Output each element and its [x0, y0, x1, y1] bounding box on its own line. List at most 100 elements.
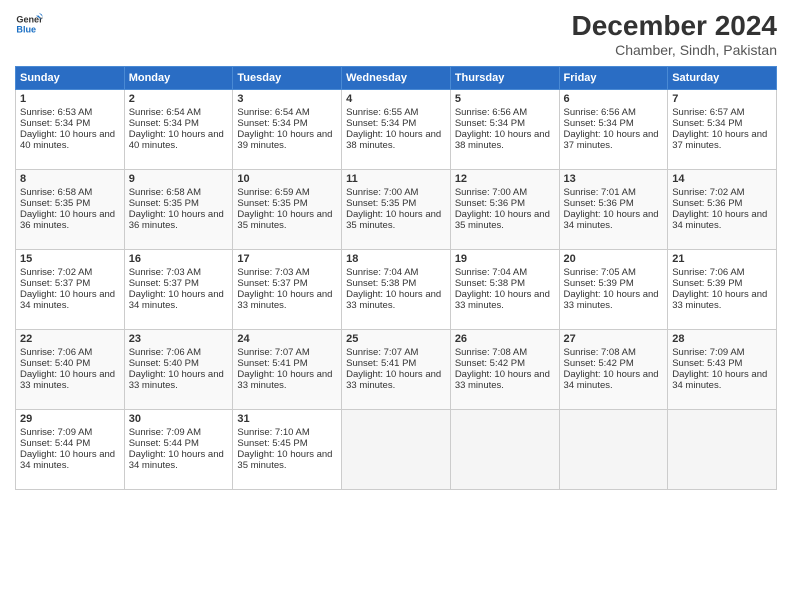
calendar-day-cell: 2 Sunrise: 6:54 AM Sunset: 5:34 PM Dayli…	[124, 90, 233, 170]
calendar-day-cell: 19 Sunrise: 7:04 AM Sunset: 5:38 PM Dayl…	[450, 250, 559, 330]
calendar-day-cell: 31 Sunrise: 7:10 AM Sunset: 5:45 PM Dayl…	[233, 410, 342, 490]
calendar-day-cell: 13 Sunrise: 7:01 AM Sunset: 5:36 PM Dayl…	[559, 170, 668, 250]
sunrise-text: Sunrise: 7:01 AM	[564, 187, 636, 198]
sunset-text: Sunset: 5:40 PM	[20, 358, 90, 369]
sunrise-text: Sunrise: 7:06 AM	[20, 347, 92, 358]
sunrise-text: Sunrise: 6:58 AM	[20, 187, 92, 198]
calendar-body: 1 Sunrise: 6:53 AM Sunset: 5:34 PM Dayli…	[16, 90, 777, 490]
calendar-day-cell: 5 Sunrise: 6:56 AM Sunset: 5:34 PM Dayli…	[450, 90, 559, 170]
calendar-day-cell	[668, 410, 777, 490]
calendar-day-cell: 29 Sunrise: 7:09 AM Sunset: 5:44 PM Dayl…	[16, 410, 125, 490]
daylight-text: Daylight: 10 hours and 33 minutes.	[672, 289, 767, 311]
sunset-text: Sunset: 5:34 PM	[20, 118, 90, 129]
sunrise-text: Sunrise: 6:59 AM	[237, 187, 309, 198]
sunrise-text: Sunrise: 6:53 AM	[20, 107, 92, 118]
day-number: 2	[129, 93, 229, 105]
calendar-day-cell: 12 Sunrise: 7:00 AM Sunset: 5:36 PM Dayl…	[450, 170, 559, 250]
day-number: 28	[672, 333, 772, 345]
sunset-text: Sunset: 5:34 PM	[455, 118, 525, 129]
sunrise-text: Sunrise: 7:09 AM	[129, 427, 201, 438]
sunset-text: Sunset: 5:35 PM	[237, 198, 307, 209]
sunset-text: Sunset: 5:44 PM	[129, 438, 199, 449]
sunset-text: Sunset: 5:34 PM	[237, 118, 307, 129]
daylight-text: Daylight: 10 hours and 33 minutes.	[346, 289, 441, 311]
sunrise-text: Sunrise: 7:03 AM	[237, 267, 309, 278]
sunset-text: Sunset: 5:41 PM	[346, 358, 416, 369]
calendar-week-row: 1 Sunrise: 6:53 AM Sunset: 5:34 PM Dayli…	[16, 90, 777, 170]
daylight-text: Daylight: 10 hours and 34 minutes.	[564, 209, 659, 231]
sunrise-text: Sunrise: 6:55 AM	[346, 107, 418, 118]
calendar-week-row: 29 Sunrise: 7:09 AM Sunset: 5:44 PM Dayl…	[16, 410, 777, 490]
calendar-header-cell: Thursday	[450, 67, 559, 90]
day-number: 23	[129, 333, 229, 345]
day-number: 12	[455, 173, 555, 185]
calendar-day-cell: 11 Sunrise: 7:00 AM Sunset: 5:35 PM Dayl…	[342, 170, 451, 250]
day-number: 4	[346, 93, 446, 105]
daylight-text: Daylight: 10 hours and 35 minutes.	[237, 449, 332, 471]
day-number: 8	[20, 173, 120, 185]
sunrise-text: Sunrise: 6:54 AM	[237, 107, 309, 118]
daylight-text: Daylight: 10 hours and 33 minutes.	[237, 289, 332, 311]
logo-icon: General Blue	[15, 10, 43, 38]
sunrise-text: Sunrise: 7:03 AM	[129, 267, 201, 278]
calendar-day-cell: 7 Sunrise: 6:57 AM Sunset: 5:34 PM Dayli…	[668, 90, 777, 170]
sunset-text: Sunset: 5:45 PM	[237, 438, 307, 449]
daylight-text: Daylight: 10 hours and 34 minutes.	[20, 449, 115, 471]
daylight-text: Daylight: 10 hours and 33 minutes.	[346, 369, 441, 391]
location-title: Chamber, Sindh, Pakistan	[572, 42, 777, 58]
sunrise-text: Sunrise: 7:04 AM	[346, 267, 418, 278]
calendar-day-cell: 4 Sunrise: 6:55 AM Sunset: 5:34 PM Dayli…	[342, 90, 451, 170]
calendar-day-cell: 27 Sunrise: 7:08 AM Sunset: 5:42 PM Dayl…	[559, 330, 668, 410]
day-number: 6	[564, 93, 664, 105]
sunrise-text: Sunrise: 7:08 AM	[564, 347, 636, 358]
calendar-day-cell: 25 Sunrise: 7:07 AM Sunset: 5:41 PM Dayl…	[342, 330, 451, 410]
sunset-text: Sunset: 5:37 PM	[20, 278, 90, 289]
sunrise-text: Sunrise: 6:57 AM	[672, 107, 744, 118]
calendar-header-cell: Sunday	[16, 67, 125, 90]
calendar-day-cell: 23 Sunrise: 7:06 AM Sunset: 5:40 PM Dayl…	[124, 330, 233, 410]
daylight-text: Daylight: 10 hours and 35 minutes.	[455, 209, 550, 231]
daylight-text: Daylight: 10 hours and 36 minutes.	[20, 209, 115, 231]
day-number: 18	[346, 253, 446, 265]
sunset-text: Sunset: 5:34 PM	[564, 118, 634, 129]
logo: General Blue	[15, 10, 43, 38]
calendar-day-cell: 10 Sunrise: 6:59 AM Sunset: 5:35 PM Dayl…	[233, 170, 342, 250]
sunrise-text: Sunrise: 7:08 AM	[455, 347, 527, 358]
sunrise-text: Sunrise: 6:58 AM	[129, 187, 201, 198]
sunrise-text: Sunrise: 6:56 AM	[564, 107, 636, 118]
calendar-day-cell: 15 Sunrise: 7:02 AM Sunset: 5:37 PM Dayl…	[16, 250, 125, 330]
day-number: 30	[129, 413, 229, 425]
sunset-text: Sunset: 5:37 PM	[237, 278, 307, 289]
daylight-text: Daylight: 10 hours and 34 minutes.	[129, 289, 224, 311]
calendar-day-cell: 22 Sunrise: 7:06 AM Sunset: 5:40 PM Dayl…	[16, 330, 125, 410]
daylight-text: Daylight: 10 hours and 40 minutes.	[20, 129, 115, 151]
sunset-text: Sunset: 5:35 PM	[129, 198, 199, 209]
daylight-text: Daylight: 10 hours and 37 minutes.	[672, 129, 767, 151]
calendar-day-cell: 24 Sunrise: 7:07 AM Sunset: 5:41 PM Dayl…	[233, 330, 342, 410]
sunset-text: Sunset: 5:38 PM	[346, 278, 416, 289]
day-number: 15	[20, 253, 120, 265]
daylight-text: Daylight: 10 hours and 35 minutes.	[346, 209, 441, 231]
day-number: 29	[20, 413, 120, 425]
day-number: 10	[237, 173, 337, 185]
sunset-text: Sunset: 5:42 PM	[564, 358, 634, 369]
calendar-week-row: 15 Sunrise: 7:02 AM Sunset: 5:37 PM Dayl…	[16, 250, 777, 330]
day-number: 31	[237, 413, 337, 425]
sunrise-text: Sunrise: 6:54 AM	[129, 107, 201, 118]
sunrise-text: Sunrise: 6:56 AM	[455, 107, 527, 118]
day-number: 27	[564, 333, 664, 345]
calendar-day-cell: 26 Sunrise: 7:08 AM Sunset: 5:42 PM Dayl…	[450, 330, 559, 410]
calendar-day-cell: 9 Sunrise: 6:58 AM Sunset: 5:35 PM Dayli…	[124, 170, 233, 250]
calendar-day-cell: 28 Sunrise: 7:09 AM Sunset: 5:43 PM Dayl…	[668, 330, 777, 410]
day-number: 21	[672, 253, 772, 265]
calendar-day-cell	[559, 410, 668, 490]
sunrise-text: Sunrise: 7:09 AM	[672, 347, 744, 358]
sunset-text: Sunset: 5:35 PM	[346, 198, 416, 209]
daylight-text: Daylight: 10 hours and 34 minutes.	[129, 449, 224, 471]
calendar-day-cell: 14 Sunrise: 7:02 AM Sunset: 5:36 PM Dayl…	[668, 170, 777, 250]
daylight-text: Daylight: 10 hours and 33 minutes.	[237, 369, 332, 391]
sunrise-text: Sunrise: 7:09 AM	[20, 427, 92, 438]
daylight-text: Daylight: 10 hours and 35 minutes.	[237, 209, 332, 231]
title-area: December 2024 Chamber, Sindh, Pakistan	[572, 10, 777, 58]
calendar-day-cell: 16 Sunrise: 7:03 AM Sunset: 5:37 PM Dayl…	[124, 250, 233, 330]
